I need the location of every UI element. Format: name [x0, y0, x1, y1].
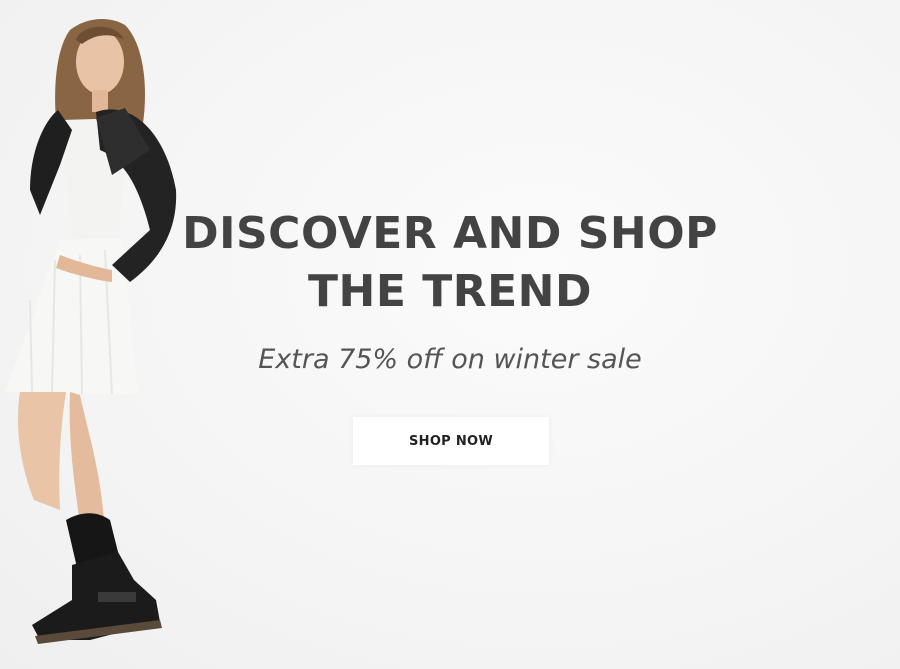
- headline-line-2: THE TREND: [307, 266, 592, 317]
- headline-line-1: DISCOVER AND SHOP: [182, 208, 718, 259]
- hero-subheadline: Extra 75% off on winter sale: [258, 344, 642, 375]
- hero-headline: DISCOVER AND SHOP THE TREND: [170, 205, 730, 321]
- hero-banner: DISCOVER AND SHOP THE TREND Extra 75% of…: [0, 0, 900, 669]
- hero-content: DISCOVER AND SHOP THE TREND Extra 75% of…: [0, 205, 900, 465]
- shop-now-button[interactable]: SHOP NOW: [353, 417, 549, 465]
